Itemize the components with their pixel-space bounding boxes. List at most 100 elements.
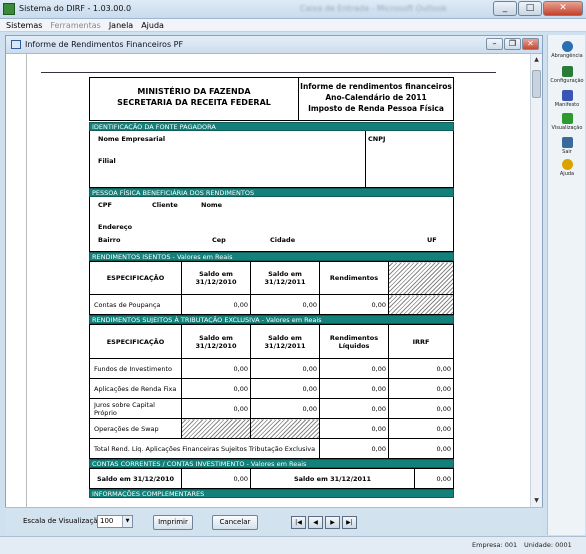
- cell-value: 0,00: [388, 418, 454, 439]
- tool-configuracao[interactable]: Configuração: [548, 66, 586, 84]
- col-rendimentos-liquidos: Rendimentos Líquidos: [319, 324, 389, 359]
- report-subtitle: Imposto de Renda Pessoa Física: [308, 104, 444, 113]
- viewer-controls: Escala de Visualização 100 ▼ Imprimir Ca…: [5, 507, 543, 535]
- status-empresa: Empresa: 001: [472, 541, 518, 549]
- menu-sistemas[interactable]: Sistemas: [6, 21, 42, 30]
- tool-manifesto[interactable]: Manifesto: [548, 90, 586, 108]
- close-button[interactable]: ✕: [543, 1, 583, 16]
- hatched-cell: [250, 418, 320, 439]
- menu-janela[interactable]: Janela: [109, 21, 133, 30]
- header-right: Informe de rendimentos financeiros Ano-C…: [299, 78, 453, 120]
- saldo-2010-value: 0,00: [181, 468, 251, 489]
- menu-bar: Sistemas Ferramentas Janela Ajuda: [0, 19, 586, 32]
- tool-visualizacao[interactable]: Visualização: [548, 113, 586, 131]
- cell-value: 0,00: [181, 398, 251, 419]
- report-document: MINISTÉRIO DA FAZENDA SECRETARIA DA RECE…: [89, 77, 454, 498]
- cell-value: 0,00: [388, 378, 454, 399]
- tool-ajuda[interactable]: Ajuda: [548, 159, 586, 177]
- row-renda-fixa: Aplicações de Renda Fixa: [89, 378, 182, 399]
- scroll-down-icon[interactable]: ▼: [531, 495, 542, 506]
- prev-page-button[interactable]: ◀: [308, 516, 323, 529]
- col-saldo-2010: Saldo em 31/12/2010: [181, 261, 251, 295]
- section-fonte-pagadora: IDENTIFICAÇÃO DA FONTE PAGADORA: [89, 122, 454, 131]
- cell-value: 0,00: [388, 398, 454, 419]
- col-saldo-2011: Saldo em 31/12/2011: [250, 261, 320, 295]
- report-restore-button[interactable]: ❐: [504, 38, 521, 50]
- section-informacoes-complementares: INFORMAÇÕES COMPLEMENTARES: [89, 489, 454, 498]
- col-especificacao: ESPECIFICAÇÃO: [89, 324, 182, 359]
- report-header: MINISTÉRIO DA FAZENDA SECRETARIA DA RECE…: [89, 77, 454, 121]
- page-rule: [41, 72, 496, 73]
- print-button[interactable]: Imprimir: [153, 515, 193, 530]
- menu-ferramentas: Ferramentas: [50, 20, 101, 30]
- report-viewer[interactable]: MINISTÉRIO DA FAZENDA SECRETARIA DA RECE…: [6, 54, 542, 507]
- header-left: MINISTÉRIO DA FAZENDA SECRETARIA DA RECE…: [90, 78, 299, 120]
- next-page-button[interactable]: ▶: [325, 516, 340, 529]
- maximize-button[interactable]: □: [518, 1, 542, 16]
- cell-value: 0,00: [181, 378, 251, 399]
- scroll-thumb[interactable]: [532, 70, 541, 98]
- right-toolbar: Abrangência Configuração Manifesto Visua…: [547, 35, 585, 535]
- status-bar: Empresa: 001 Unidade: 0001: [0, 536, 586, 554]
- globe-icon: [561, 41, 573, 52]
- app-icon: [3, 3, 15, 15]
- tool-label: Abrangência: [551, 53, 583, 59]
- label-cpf: CPF: [98, 201, 112, 209]
- vertical-scrollbar[interactable]: ▲ ▼: [530, 54, 542, 507]
- cell-value: 0,00: [319, 398, 389, 419]
- row-fundos-investimento: Fundos de Investimento: [89, 358, 182, 379]
- secretariat-title: SECRETARIA DA RECEITA FEDERAL: [117, 98, 271, 107]
- grid-icon: [561, 66, 573, 77]
- section-contas-correntes: CONTAS CORRENTES / CONTAS INVESTIMENTO -…: [89, 459, 454, 468]
- fonte-pagadora-box: Nome Empresarial CNPJ Filial: [89, 131, 454, 188]
- window-title: Sistema do DIRF - 1.03.00.0: [19, 4, 132, 13]
- cell-value: 0,00: [319, 378, 389, 399]
- label-bairro: Bairro: [98, 236, 121, 244]
- zoom-select[interactable]: 100 ▼: [97, 515, 133, 528]
- hatched-cell: [388, 294, 454, 315]
- chevron-down-icon[interactable]: ▼: [122, 516, 132, 527]
- minimize-button[interactable]: _: [493, 1, 517, 16]
- table-tributacao-exclusiva: ESPECIFICAÇÃO Saldo em 31/12/2010 Saldo …: [89, 324, 454, 459]
- tool-label: Visualização: [551, 125, 583, 131]
- cell-value: 0,00: [181, 358, 251, 379]
- section-tributacao-exclusiva: RENDIMENTOS SUJEITOS À TRIBUTAÇÃO EXCLUS…: [89, 315, 454, 324]
- col-irrf: IRRF: [388, 324, 454, 359]
- blurred-window-title: Caixa de Entrada - Microsoft Outlook: [300, 4, 447, 13]
- col-saldo-2010: Saldo em 31/12/2010: [181, 324, 251, 359]
- first-page-button[interactable]: |◀: [291, 516, 306, 529]
- cancel-button[interactable]: Cancelar: [212, 515, 258, 530]
- network-icon: [561, 90, 573, 101]
- label-uf: UF: [427, 236, 437, 244]
- zoom-value: 100: [100, 517, 114, 525]
- page-edge: [26, 54, 27, 507]
- tool-label: Configuração: [550, 78, 584, 84]
- pessoa-fisica-box: CPF Cliente Nome Endereço Bairro Cep Cid…: [89, 197, 454, 252]
- cell-value: 0,00: [319, 358, 389, 379]
- tool-label: Ajuda: [559, 171, 575, 177]
- row-operacoes-swap: Operações de Swap: [89, 418, 182, 439]
- flag-icon: [561, 113, 573, 124]
- col-especificacao: ESPECIFICAÇÃO: [89, 261, 182, 295]
- exit-icon: [561, 137, 573, 148]
- report-minimize-button[interactable]: –: [486, 38, 503, 50]
- cell-value: 0,00: [250, 294, 320, 315]
- cell-value: 0,00: [388, 438, 454, 459]
- hatched-cell: [388, 261, 454, 295]
- tool-abrangencia[interactable]: Abrangência: [548, 41, 586, 59]
- ministry-title: MINISTÉRIO DA FAZENDA: [137, 87, 251, 96]
- tool-sair[interactable]: Sair: [548, 137, 586, 155]
- menu-ajuda[interactable]: Ajuda: [141, 21, 164, 30]
- section-pessoa-fisica: PESSOA FÍSICA BENEFICIÁRIA DOS RENDIMENT…: [89, 188, 454, 197]
- label-nome: Nome: [201, 201, 223, 209]
- col-rendimentos: Rendimentos: [319, 261, 389, 295]
- scroll-up-icon[interactable]: ▲: [531, 54, 542, 65]
- label-saldo-2010: Saldo em 31/12/2010: [89, 468, 182, 489]
- tool-label: Sair: [562, 149, 572, 155]
- last-page-button[interactable]: ▶|: [342, 516, 357, 529]
- cell-value: 0,00: [250, 398, 320, 419]
- cell-value: 0,00: [319, 294, 389, 315]
- row-juros-capital: Juros sobre Capital Próprio: [89, 398, 182, 419]
- title-bar: Sistema do DIRF - 1.03.00.0 Caixa de Ent…: [0, 0, 586, 19]
- report-close-button[interactable]: ✕: [522, 38, 539, 50]
